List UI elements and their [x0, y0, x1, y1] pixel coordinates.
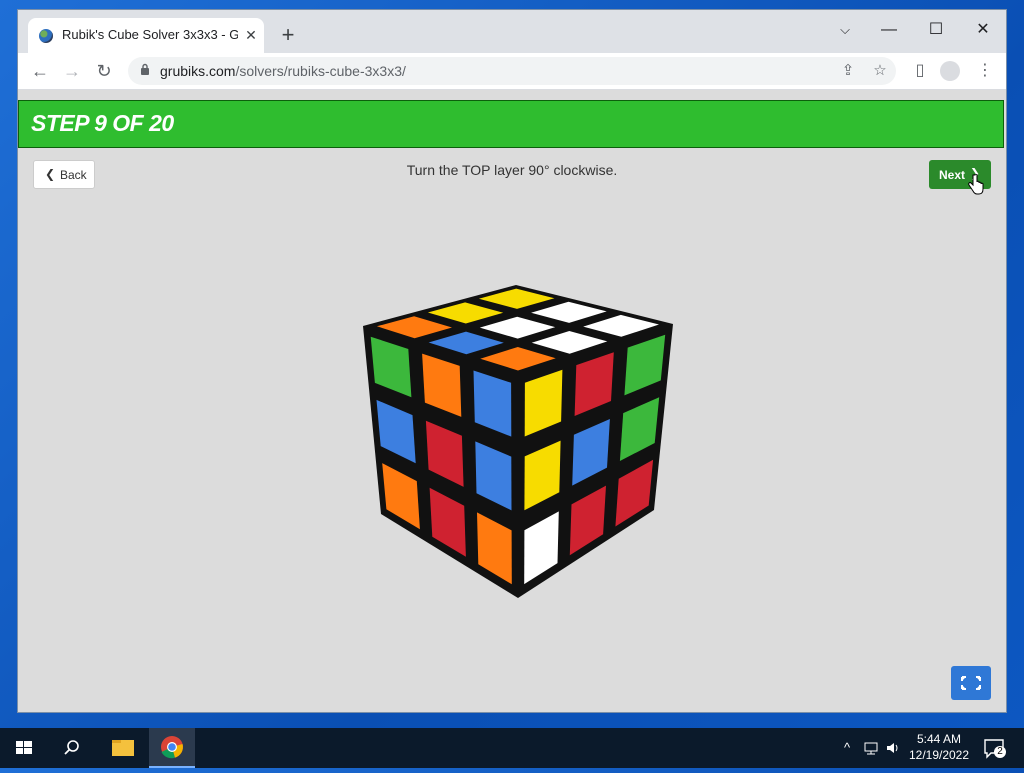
reload-icon[interactable]: ↻ [91, 59, 117, 83]
chevron-up-icon[interactable]: ^ [838, 738, 856, 758]
file-explorer-icon[interactable] [106, 728, 140, 768]
maximize-button[interactable]: ☐ [921, 16, 951, 44]
notification-count: 2 [994, 746, 1006, 758]
lock-icon [141, 63, 149, 75]
close-window-button[interactable]: ✕ [968, 16, 998, 44]
step-banner: STEP 9 OF 20 [18, 100, 1004, 148]
back-label: Back [60, 168, 87, 182]
browser-toolbar: ← → ↻ grubiks.com/solvers/rubiks-cube-3x… [18, 53, 1006, 90]
expand-icon [961, 676, 981, 690]
back-button[interactable]: ❮ Back [33, 160, 95, 189]
rubiks-cube-3d[interactable] [348, 270, 678, 600]
step-counter: STEP 9 OF 20 [31, 110, 174, 136]
chrome-icon[interactable] [149, 728, 195, 768]
browser-window: Rubik's Cube Solver 3x3x3 - Grubiks ✕ + … [18, 10, 1006, 712]
step-instruction: Turn the TOP layer 90° clockwise. [406, 162, 618, 178]
fullscreen-button[interactable] [951, 666, 991, 700]
minimize-button[interactable]: — [874, 16, 904, 44]
share-icon[interactable]: ⇪ [838, 61, 858, 81]
system-clock[interactable]: 5:44 AM 12/19/2022 [898, 731, 980, 763]
windows-taskbar: ^ 5:44 AM 12/19/2022 2 [0, 728, 1024, 768]
tab-title: Rubik's Cube Solver 3x3x3 - Grubiks [62, 27, 238, 42]
side-panel-icon[interactable]: ▯ [908, 59, 932, 83]
clock-time: 5:44 AM [916, 732, 962, 746]
tab-close-icon[interactable]: ✕ [242, 26, 260, 44]
tab-search-icon[interactable]: ⌵ [830, 16, 860, 44]
bookmark-star-icon[interactable]: ☆ [870, 61, 890, 81]
hand-cursor-icon [968, 174, 984, 195]
next-label: Next [939, 168, 966, 182]
kebab-menu-icon[interactable]: ⋮ [973, 59, 997, 83]
clock-date: 12/19/2022 [908, 748, 970, 762]
network-icon[interactable] [862, 738, 880, 758]
page-content: STEP 9 OF 20 ❮ Back Turn the TOP layer 9… [18, 90, 1006, 712]
browser-tab[interactable]: Rubik's Cube Solver 3x3x3 - Grubiks ✕ [28, 18, 264, 53]
forward-arrow-icon[interactable]: → [59, 59, 85, 83]
back-arrow-icon[interactable]: ← [27, 59, 53, 83]
url-text: grubiks.com/solvers/rubiks-cube-3x3x3/ [160, 63, 406, 79]
profile-avatar[interactable] [940, 61, 960, 81]
tab-bar: Rubik's Cube Solver 3x3x3 - Grubiks ✕ + … [18, 10, 1006, 53]
address-bar[interactable]: grubiks.com/solvers/rubiks-cube-3x3x3/ ⇪… [128, 57, 896, 85]
windows-start-icon[interactable] [8, 728, 40, 768]
notification-center-icon[interactable]: 2 [982, 728, 1008, 768]
search-icon[interactable] [56, 728, 88, 768]
chevron-left-icon: ❮ [45, 167, 56, 181]
globe-favicon-icon [39, 29, 53, 43]
new-tab-button[interactable]: + [276, 24, 300, 48]
